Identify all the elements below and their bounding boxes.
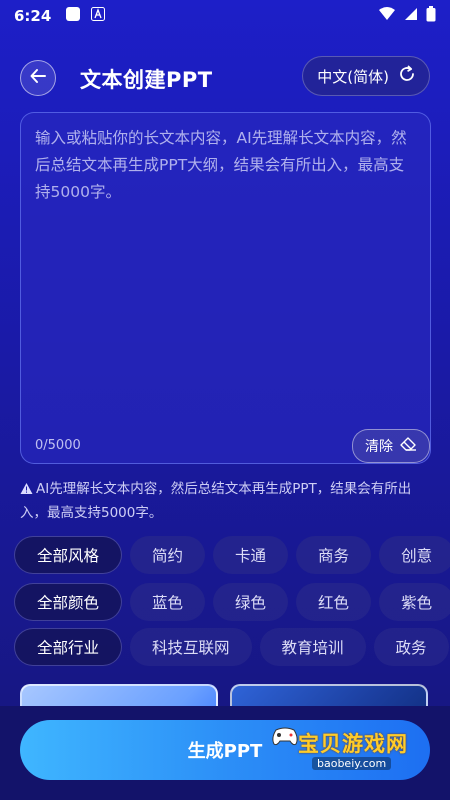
clear-label: 清除 [365,439,393,455]
color-chip-all[interactable]: 全部颜色 [14,583,123,621]
hint-text-block: AI先理解长文本内容，然后总结文本再生成PPT，结果会有所出入，最高支持5000… [20,478,430,524]
color-chip[interactable]: 紫色 [379,583,450,621]
industry-chip[interactable]: 教育培训 [259,628,366,666]
text-editor: 0/5000 清除 [20,112,431,464]
watermark-url: baobeiy.com [312,757,392,770]
notification-square-icon [65,6,81,26]
generate-label: 生成PPT [187,741,263,762]
header: 文本创建PPT 中文(简体) [0,52,450,104]
color-filter-row: 全部颜色 蓝色 绿色 红色 紫色 [14,583,450,623]
site-watermark: 宝贝游戏网 baobeiy.com [262,710,432,786]
industry-chip[interactable]: 科技互联网 [130,628,252,666]
bottom-bar: 生成PPT 宝贝游戏网 baobeiy.com [0,706,450,800]
gamepad-icon [270,724,300,752]
industry-chip[interactable]: 政务 [373,628,449,666]
style-chip[interactable]: 简约 [130,536,206,574]
refresh-icon [397,64,417,88]
status-bar: 6:24 [0,0,450,32]
wifi-icon [378,7,396,25]
style-chip[interactable]: 卡通 [213,536,289,574]
signal-icon [404,7,418,25]
back-button[interactable] [20,60,56,96]
style-filter-row: 全部风格 简约 卡通 商务 创意 [14,536,450,576]
color-chip[interactable]: 绿色 [213,583,289,621]
language-selector[interactable]: 中文(简体) [302,56,430,96]
clear-button[interactable]: 清除 [352,429,430,463]
language-label: 中文(简体) [317,67,389,86]
battery-icon [426,6,436,26]
status-right [378,6,436,26]
color-chip[interactable]: 红色 [296,583,372,621]
style-chip[interactable]: 商务 [296,536,372,574]
warning-icon [20,480,33,502]
app-notification-icon [91,7,106,25]
color-chip[interactable]: 蓝色 [130,583,206,621]
hint-text: AI先理解长文本内容，然后总结文本再生成PPT，结果会有所出入，最高支持5000… [20,481,412,521]
industry-chip-all[interactable]: 全部行业 [14,628,123,666]
style-chip[interactable]: 创意 [379,536,450,574]
long-text-input[interactable] [35,125,415,405]
watermark-logo-text: 宝贝游戏网 [298,732,408,756]
page-title: 文本创建PPT [80,68,213,92]
eraser-icon [399,436,417,456]
industry-filter-row: 全部行业 科技互联网 教育培训 政务 [14,628,450,668]
status-time: 6:24 [14,7,52,25]
char-count: 0/5000 [35,438,81,453]
style-chip-all[interactable]: 全部风格 [14,536,123,574]
arrow-left-icon [29,67,47,89]
